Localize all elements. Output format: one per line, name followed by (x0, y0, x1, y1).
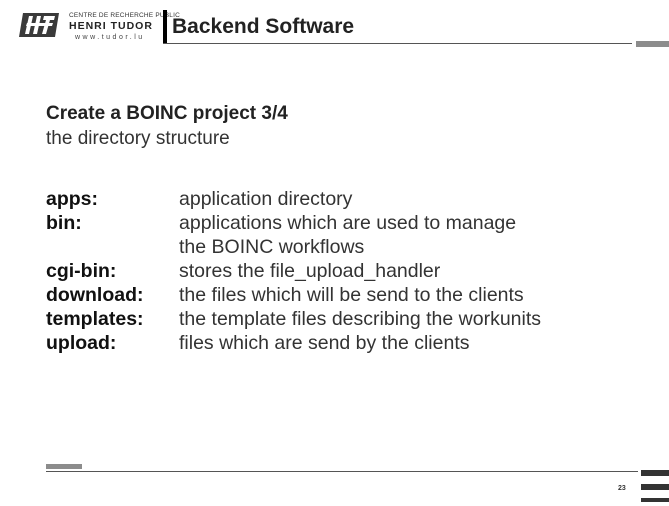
footer-bar (641, 484, 669, 490)
description-line: the BOINC workflows (179, 236, 365, 258)
description-line: applications which are used to manage (179, 212, 517, 234)
definition-term: bin: (46, 212, 82, 234)
description-line: files which are send by the clients (179, 332, 470, 354)
tudor-logo-icon (19, 13, 59, 37)
definition-term: upload: (46, 332, 117, 354)
footer-bar (641, 498, 669, 502)
description-line: the files which will be send to the clie… (179, 284, 524, 306)
definition-row: download: the files which will be send t… (46, 283, 656, 307)
definition-row: cgi-bin: stores the file_upload_handler (46, 259, 656, 283)
definition-row: apps: application directory (46, 187, 656, 211)
header-divider (163, 43, 632, 44)
definition-term: apps: (46, 188, 99, 210)
logo-url: www.tudor.lu (75, 34, 145, 41)
definition-row: bin: applications which are used to mana… (46, 211, 656, 259)
definition-description: the template files describing the workun… (179, 307, 659, 331)
logo-line2: HENRI TUDOR (69, 20, 153, 32)
definition-row: upload: files which are send by the clie… (46, 331, 656, 355)
definition-term: cgi-bin: (46, 260, 117, 282)
page-title: Backend Software (172, 15, 355, 38)
definition-description: application directory (179, 187, 659, 211)
slide: CENTRE DE RECHERCHE PUBLIC HENRI TUDOR w… (0, 0, 669, 506)
definition-row: templates: the template files describing… (46, 307, 656, 331)
title-accent-bar (163, 10, 167, 44)
footer-bar (641, 470, 669, 476)
footer-accent-block (46, 464, 82, 469)
definition-term: download: (46, 284, 144, 306)
logo-text: CENTRE DE RECHERCHE PUBLIC HENRI TUDOR w… (69, 12, 181, 42)
definition-description: the files which will be send to the clie… (179, 283, 659, 307)
definition-description: applications which are used to manage th… (179, 211, 659, 259)
definition-list: apps: application directory bin: applica… (46, 187, 656, 355)
page-number: 23 (618, 485, 626, 492)
header-accent-block (636, 41, 669, 47)
description-line: stores the file_upload_handler (179, 260, 441, 282)
logo-line1: CENTRE DE RECHERCHE PUBLIC (69, 12, 181, 19)
definition-description: stores the file_upload_handler (179, 259, 659, 283)
slide-subheading: the directory structure (46, 128, 230, 149)
footer-divider (46, 471, 638, 472)
description-line: the template files describing the workun… (179, 308, 542, 330)
description-line: application directory (179, 188, 353, 210)
slide-heading: Create a BOINC project 3/4 (46, 103, 288, 124)
definition-term: templates: (46, 308, 144, 330)
definition-description: files which are send by the clients (179, 331, 659, 355)
